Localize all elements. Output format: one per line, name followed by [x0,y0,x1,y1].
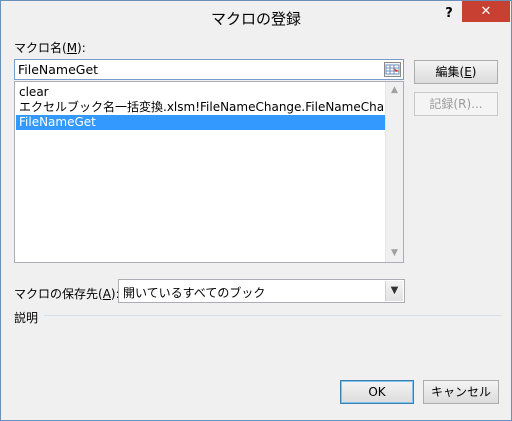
close-icon: ✕ [480,4,492,19]
title-bar: マクロの登録 ? ✕ [1,1,511,31]
assign-macro-dialog: マクロの登録 ? ✕ マクロ名(M): clear エクセルブック名一括変換.x… [0,0,512,421]
description-divider [44,315,502,316]
store-in-label: マクロの保存先(A): [14,287,120,301]
close-button[interactable]: ✕ [462,1,510,22]
scroll-up-icon[interactable]: ▲ [386,82,403,99]
macro-name-label: マクロ名(M): [14,41,86,55]
store-in-select[interactable]: 開いているすべてのブック ▼ [118,279,405,303]
macro-name-field[interactable] [14,59,404,80]
ref-edit-icon[interactable] [384,62,401,77]
help-button[interactable]: ? [439,4,459,24]
list-item[interactable]: clear [16,85,387,100]
scroll-down-icon[interactable]: ▼ [386,245,403,262]
dialog-title: マクロの登録 [210,10,301,28]
macro-list[interactable]: clear エクセルブック名一括変換.xlsm!FileNameChange.F… [14,81,404,263]
ok-button[interactable]: OK [340,380,414,404]
chevron-down-icon[interactable]: ▼ [385,281,403,301]
macro-name-input[interactable] [18,61,378,78]
list-item-selected[interactable]: FileNameGet [16,115,387,130]
store-in-value: 開いているすべてのブック [123,286,266,300]
list-item[interactable]: エクセルブック名一括変換.xlsm!FileNameChange.FileNam… [16,100,403,115]
scrollbar[interactable]: ▲ ▼ [385,82,403,262]
edit-button[interactable]: 編集(E) [414,60,498,84]
record-button[interactable]: 記録(R)... [414,92,498,116]
cancel-button[interactable]: キャンセル [423,380,499,404]
description-label: 説明 [14,311,39,325]
